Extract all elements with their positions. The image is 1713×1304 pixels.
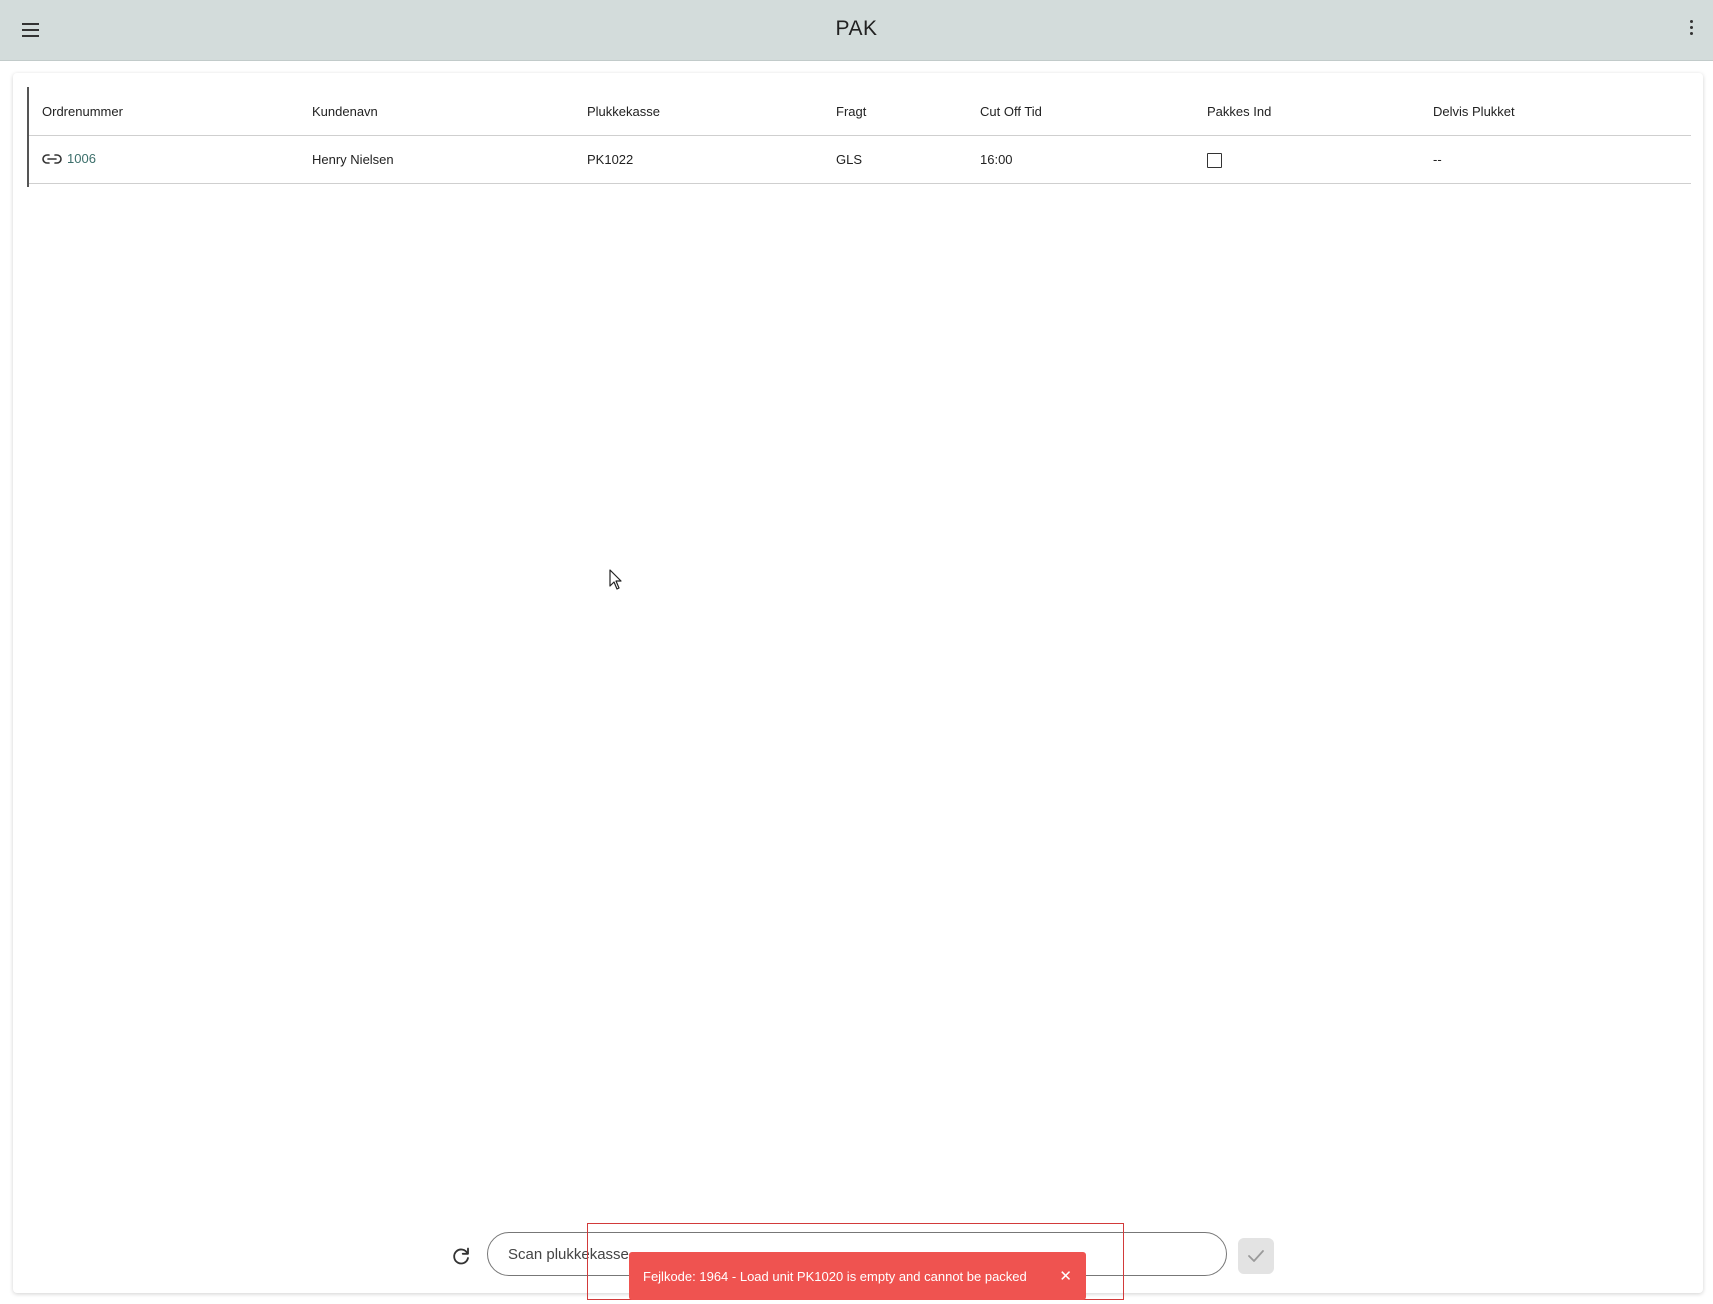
column-header-delvis-plukket[interactable]: Delvis Plukket xyxy=(1420,87,1691,136)
error-toast: Fejlkode: 1964 - Load unit PK1020 is emp… xyxy=(629,1252,1086,1300)
column-header-fragt[interactable]: Fragt xyxy=(823,87,967,136)
order-number-cell: 1006 xyxy=(29,135,299,184)
cutoff-time-cell: 16:00 xyxy=(967,135,1194,184)
confirm-button[interactable] xyxy=(1238,1238,1274,1274)
column-header-cut-off-tid[interactable]: Cut Off Tid xyxy=(967,87,1194,136)
close-icon[interactable]: ✕ xyxy=(1059,1267,1072,1285)
orders-card: Ordrenummer Kundenavn Plukkekasse Fragt … xyxy=(13,73,1703,1293)
freight-cell: GLS xyxy=(823,135,967,184)
column-header-plukkekasse[interactable]: Plukkekasse xyxy=(574,87,823,136)
order-link[interactable]: 1006 xyxy=(42,151,96,166)
refresh-icon[interactable] xyxy=(449,1244,473,1268)
mouse-cursor-icon xyxy=(609,569,622,590)
table-row: 1006 Henry Nielsen PK1022 GLS 16:00 -- xyxy=(29,135,1691,184)
table-header-row: Ordrenummer Kundenavn Plukkekasse Fragt … xyxy=(29,87,1691,136)
pack-in-cell xyxy=(1194,135,1420,184)
more-vert-icon[interactable] xyxy=(1685,20,1697,42)
pack-in-checkbox[interactable] xyxy=(1207,152,1222,168)
toast-message: Fejlkode: 1964 - Load unit PK1020 is emp… xyxy=(643,1268,1027,1284)
column-header-pakkes-ind[interactable]: Pakkes Ind xyxy=(1194,87,1420,136)
orders-table: Ordrenummer Kundenavn Plukkekasse Fragt … xyxy=(29,87,1691,184)
customer-name-cell: Henry Nielsen xyxy=(299,135,574,184)
orders-table-wrapper: Ordrenummer Kundenavn Plukkekasse Fragt … xyxy=(27,87,1691,187)
column-header-ordrenummer[interactable]: Ordrenummer xyxy=(29,87,299,136)
order-number: 1006 xyxy=(67,151,96,167)
partially-picked-cell: -- xyxy=(1420,135,1691,184)
app-bar: PAK xyxy=(0,0,1713,61)
check-icon xyxy=(1248,1250,1264,1262)
pick-box-cell: PK1022 xyxy=(574,135,823,184)
column-header-kundenavn[interactable]: Kundenavn xyxy=(299,87,574,136)
page-title: PAK xyxy=(835,17,878,40)
link-icon xyxy=(42,153,62,164)
